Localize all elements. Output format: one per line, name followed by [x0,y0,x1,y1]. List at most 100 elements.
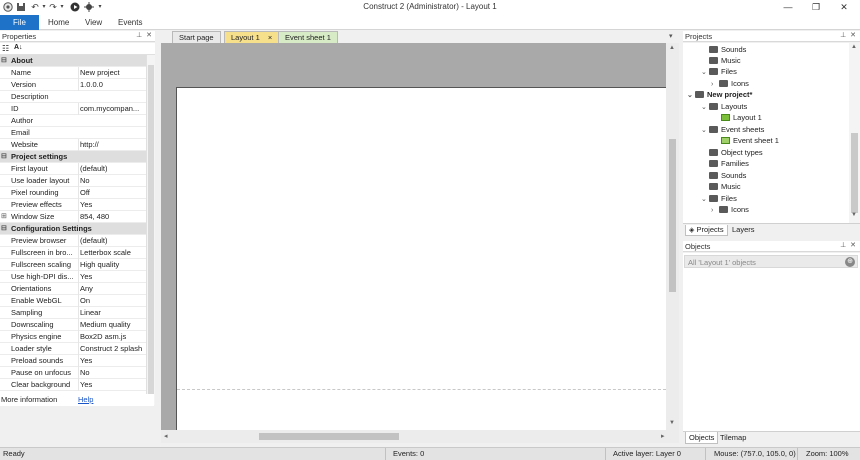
property-row[interactable]: Loader style Construct 2 splash [0,343,146,355]
property-row[interactable]: Use loader layout No [0,175,146,187]
tree-item[interactable]: Sounds [709,44,746,55]
tab-close-icon[interactable]: × [268,33,272,42]
tree-toggle-icon[interactable]: ⌄ [701,67,709,78]
pin-icon[interactable]: ⊥ [840,32,846,39]
pin-icon[interactable]: ⊥ [840,242,846,249]
scroll-up-icon[interactable]: ▲ [851,44,857,50]
tab-event-sheet1[interactable]: Event sheet 1 [278,31,338,43]
categorized-icon[interactable]: ☷ [2,44,9,53]
property-value[interactable]: Box2D asm.js [78,331,146,343]
property-group-header[interactable]: ⊟ Configuration Settings [0,223,146,235]
home-tab[interactable]: Home [48,15,69,30]
property-value[interactable]: New project [78,67,146,79]
property-row[interactable]: Version 1.0.0.0 [0,79,146,91]
scroll-down-icon[interactable]: ▼ [851,212,857,218]
property-value[interactable]: Yes [78,379,146,391]
property-value[interactable]: (default) [78,163,146,175]
property-value[interactable]: Letterbox scale [78,247,146,259]
tab-list-dropdown-icon[interactable]: ▾ [669,32,673,40]
property-row[interactable]: Pixel rounding Off [0,187,146,199]
scroll-left-icon[interactable]: ◂ [164,432,168,440]
file-menu-button[interactable]: File [0,15,39,30]
tree-item[interactable]: Layout 1 [721,112,762,123]
property-value[interactable]: Yes [78,355,146,367]
tree-item[interactable]: ⌄ Layouts [701,101,747,112]
help-link[interactable]: Help [78,394,93,406]
panel-close-icon[interactable]: ✕ [850,32,856,39]
property-row[interactable]: Sampling Linear [0,307,146,319]
layout-horizontal-scrollbar[interactable]: ◂ ▸ [161,430,679,443]
property-row[interactable]: Description [0,91,146,103]
property-value[interactable]: Yes [78,199,146,211]
property-row[interactable]: Fullscreen scaling High quality [0,259,146,271]
objects-filter-bar[interactable]: All 'Layout 1' objects ⊕ [684,255,858,268]
property-row[interactable]: Downscaling Medium quality [0,319,146,331]
tab-objects[interactable]: Objects [685,432,719,444]
panel-close-icon[interactable]: ✕ [146,32,152,39]
expand-icon[interactable]: ⊞ [1,211,7,223]
events-tab[interactable]: Events [118,15,142,30]
property-row[interactable]: Email [0,127,146,139]
property-row[interactable]: Website http:// [0,139,146,151]
tree-item[interactable]: ⌄ New project* [687,89,752,100]
tree-toggle-icon[interactable]: ⌄ [701,125,709,136]
property-row[interactable]: Preview browser (default) [0,235,146,247]
tree-item[interactable]: Music [709,181,741,192]
property-row[interactable]: Fullscreen in bro... Letterbox scale [0,247,146,259]
property-value[interactable]: com.mycompan... [78,103,146,115]
property-row[interactable]: Preview effects Yes [0,199,146,211]
tree-toggle-icon[interactable]: ⌄ [701,102,709,113]
collapse-icon[interactable]: ⊟ [1,223,7,235]
tree-item[interactable]: Object types [709,147,763,158]
properties-scroll-thumb[interactable] [148,65,154,395]
property-row[interactable]: Use high-DPI dis... Yes [0,271,146,283]
tree-item[interactable]: ⌄ Files [701,193,737,204]
tab-layers[interactable]: Layers [732,225,755,236]
property-value[interactable]: Linear [78,307,146,319]
property-group-header[interactable]: ⊟ About [0,55,146,67]
tree-item[interactable]: Sounds [709,170,746,181]
tab-tilemap[interactable]: Tilemap [720,432,746,444]
scroll-right-icon[interactable]: ▸ [661,432,665,440]
property-value[interactable]: No [78,367,146,379]
layout-canvas[interactable] [176,87,666,430]
panel-close-icon[interactable]: ✕ [850,242,856,249]
projects-scrollbar[interactable]: ▲ ▼ [849,43,860,223]
close-button[interactable]: ✕ [830,0,858,15]
tree-item[interactable]: ⌄ Files [701,66,737,77]
projects-scroll-thumb[interactable] [851,133,858,213]
tab-projects[interactable]: ◈ Projects [685,225,728,236]
pin-icon[interactable]: ⊥ [136,32,142,39]
property-row[interactable]: Author [0,115,146,127]
property-value[interactable]: 854, 480 [78,211,146,223]
property-row[interactable]: Preload sounds Yes [0,355,146,367]
property-row[interactable]: Name New project [0,67,146,79]
objects-filter-icon[interactable]: ⊕ [845,257,855,267]
tree-item[interactable]: › Icons [711,204,749,215]
property-value[interactable]: 1.0.0.0 [78,79,146,91]
collapse-icon[interactable]: ⊟ [1,55,7,67]
tree-item[interactable]: Event sheet 1 [721,135,779,146]
tree-toggle-icon[interactable]: ⌄ [687,90,695,101]
minimize-button[interactable]: — [774,0,802,15]
restore-button[interactable]: ❐ [802,0,830,15]
tree-item[interactable]: ⌄ Event sheets [701,124,764,135]
tree-item[interactable]: › Icons [711,78,749,89]
tab-start-page[interactable]: Start page [172,31,221,43]
scroll-down-icon[interactable]: ▼ [669,420,675,426]
property-group-header[interactable]: ⊟ Project settings [0,151,146,163]
sort-alpha-icon[interactable]: A↓ [14,44,23,51]
layout-vscroll-thumb[interactable] [669,139,676,292]
layout-vertical-scrollbar[interactable]: ▲ ▼ [666,43,679,430]
property-value[interactable]: On [78,295,146,307]
scroll-up-icon[interactable]: ▲ [669,45,675,51]
property-row[interactable]: ⊞ Window Size 854, 480 [0,211,146,223]
property-row[interactable]: Orientations Any [0,283,146,295]
property-value[interactable]: Yes [78,271,146,283]
property-value[interactable]: No [78,175,146,187]
property-value[interactable]: Off [78,187,146,199]
property-row[interactable]: Clear background Yes [0,379,146,391]
property-value[interactable]: High quality [78,259,146,271]
property-value[interactable]: (default) [78,235,146,247]
property-row[interactable]: Physics engine Box2D asm.js [0,331,146,343]
